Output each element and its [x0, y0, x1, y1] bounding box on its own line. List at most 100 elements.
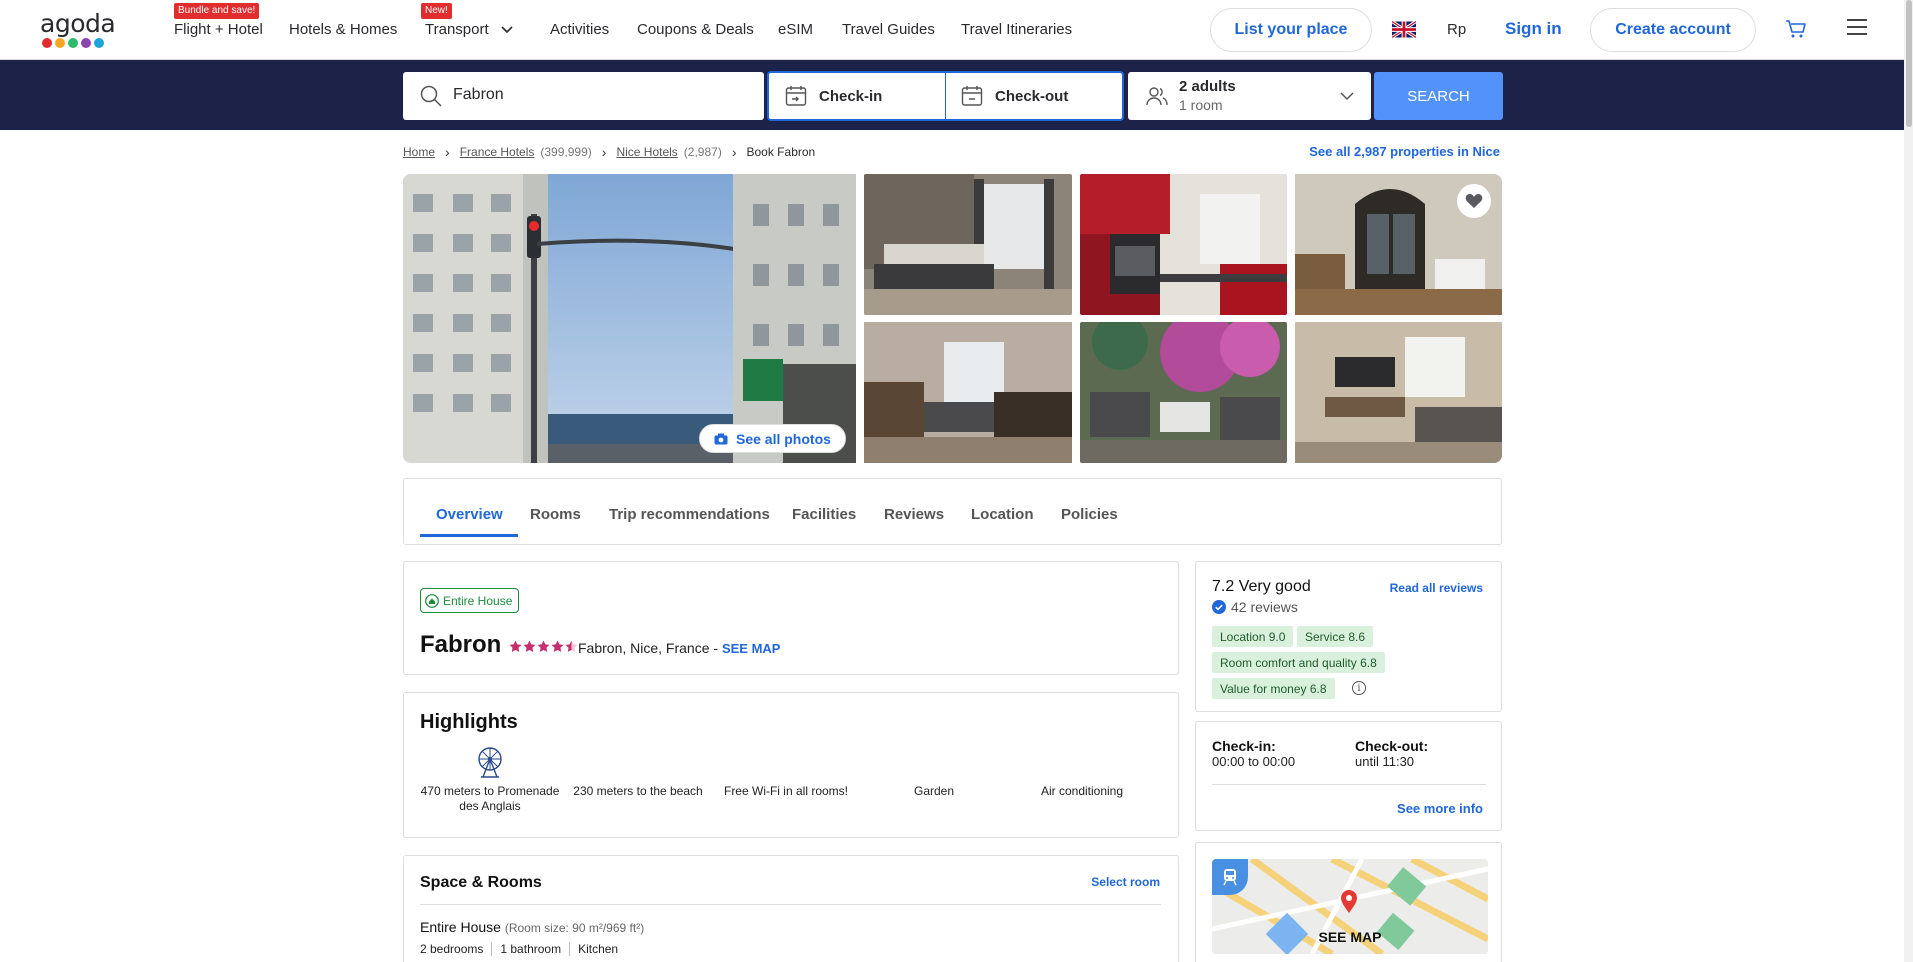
nav-coupons-deals[interactable]: Coupons & Deals: [637, 21, 754, 38]
photo-bedroom[interactable]: [864, 174, 1072, 315]
property-location: Fabron, Nice, France - SEE MAP: [578, 640, 781, 656]
check-out-title: Check-out:: [1355, 738, 1429, 754]
room-feature: 2 bedrooms: [420, 942, 484, 956]
see-all-photos-label: See all photos: [736, 430, 831, 447]
see-more-info-link[interactable]: See more info: [1397, 801, 1483, 816]
nav-activities[interactable]: Activities: [550, 21, 609, 38]
section-tabs: Overview Rooms Trip recommendations Faci…: [403, 478, 1502, 545]
chevron-down-icon: [501, 26, 513, 34]
tab-trip-recommendations[interactable]: Trip recommendations: [609, 506, 770, 523]
check-in-label: Check-in: [819, 87, 883, 105]
calendar-out-icon: [961, 86, 983, 106]
breadcrumb-city[interactable]: Nice Hotels: [616, 145, 677, 159]
guests-field[interactable]: 2 adults 1 room: [1128, 72, 1371, 120]
sign-in-link[interactable]: Sign in: [1505, 19, 1562, 39]
favorite-heart-button[interactable]: [1457, 184, 1491, 218]
tab-overview[interactable]: Overview: [436, 506, 503, 523]
check-out-field[interactable]: Check-out: [961, 73, 1068, 119]
photo-lounge[interactable]: [1295, 322, 1502, 463]
cart-icon[interactable]: [1784, 18, 1808, 40]
room-name: Entire House (Room size: 90 m²/969 ft²): [420, 919, 644, 935]
check-out-label: Check-out: [995, 87, 1069, 105]
see-map-link[interactable]: SEE MAP: [722, 641, 781, 656]
room-features: 2 bedrooms 1 bathroom Kitchen: [420, 942, 626, 956]
list-your-place-button[interactable]: List your place: [1210, 8, 1372, 52]
create-account-button[interactable]: Create account: [1590, 8, 1756, 52]
room-feature: 1 bathroom: [491, 942, 569, 956]
nav-transport-label: Transport: [425, 21, 489, 38]
verified-check-icon: [1212, 600, 1226, 614]
nav-flight-hotel[interactable]: Flight + Hotel: [174, 21, 263, 38]
review-score-card: 7.2 Very good Read all reviews 42 review…: [1195, 561, 1502, 712]
nav-travel-itineraries[interactable]: Travel Itineraries: [961, 21, 1072, 38]
scrollbar-thumb[interactable]: [1906, 0, 1912, 127]
checkin-info-card: Check-in: 00:00 to 00:00 Check-out: unti…: [1195, 721, 1502, 831]
property-header-card: Entire House Fabron Fabron, Nice, France…: [403, 561, 1179, 675]
highlight-air-conditioning: Air conditioning: [1040, 784, 1124, 798]
highlight-wifi: Free Wi-Fi in all rooms!: [723, 784, 848, 798]
agoda-logo[interactable]: agoda: [40, 9, 116, 52]
currency-selector[interactable]: Rp: [1447, 21, 1466, 38]
tab-location[interactable]: Location: [971, 506, 1034, 523]
main-photo[interactable]: See all photos: [403, 174, 856, 463]
property-type-badge: Entire House: [420, 588, 520, 613]
space-rooms-title: Space & Rooms: [420, 874, 542, 891]
star-icon: [551, 640, 564, 652]
guests-icon: [1146, 87, 1168, 106]
active-tab-indicator: [420, 534, 518, 537]
check-in-time: 00:00 to 00:00: [1212, 754, 1296, 769]
breadcrumb-home[interactable]: Home: [403, 145, 435, 159]
chevron-right-icon: ›: [445, 144, 450, 160]
menu-icon[interactable]: [1847, 18, 1867, 36]
score-chip-value: Value for money 6.8: [1212, 678, 1335, 699]
date-picker: Check-in Check-out: [767, 71, 1124, 121]
bundle-badge: Bundle and save!: [174, 3, 260, 19]
calendar-in-icon: [785, 86, 807, 106]
review-count-label: 42 reviews: [1231, 599, 1298, 615]
search-button[interactable]: SEARCH: [1374, 72, 1503, 120]
nav-transport[interactable]: Transport: [425, 21, 513, 38]
see-map-label[interactable]: SEE MAP: [1212, 929, 1488, 945]
uk-flag-icon[interactable]: [1392, 21, 1416, 38]
divider: [1212, 784, 1486, 785]
see-all-properties-link[interactable]: See all 2,987 properties in Nice: [1309, 144, 1500, 159]
room-size: (Room size: 90 m²/969 ft²): [504, 921, 645, 935]
new-badge: New!: [421, 3, 452, 19]
highlights-card: Highlights 470 meters to Promenade des A…: [403, 692, 1179, 838]
living-room-image: [864, 322, 1072, 463]
score-chip-service: Service 8.6: [1297, 626, 1374, 647]
heart-icon: [1465, 193, 1483, 208]
chevron-right-icon: ›: [601, 144, 607, 160]
room-type: Entire House: [420, 919, 501, 935]
house-icon: [425, 593, 439, 608]
see-all-photos-button[interactable]: See all photos: [699, 424, 846, 453]
breadcrumb-country-count: (399,999): [540, 145, 592, 159]
nav-hotels-homes[interactable]: Hotels & Homes: [289, 21, 397, 38]
logo-wordmark: agoda: [40, 9, 116, 38]
photo-garden[interactable]: [1080, 322, 1287, 463]
chevron-right-icon: ›: [731, 144, 737, 160]
tab-policies[interactable]: Policies: [1061, 506, 1118, 523]
breadcrumb-country[interactable]: France Hotels: [460, 145, 535, 159]
select-room-link[interactable]: Select room: [1091, 875, 1160, 889]
map-preview[interactable]: SEE MAP: [1212, 859, 1488, 954]
highlight-beach: 230 meters to the beach: [573, 784, 703, 798]
tab-facilities[interactable]: Facilities: [792, 506, 856, 523]
breadcrumb: Home › France Hotels (399,999) › Nice Ho…: [403, 144, 815, 160]
nav-travel-guides[interactable]: Travel Guides: [842, 21, 935, 38]
room-feature: Kitchen: [569, 942, 626, 956]
star-icon: [537, 640, 550, 652]
photo-kitchen[interactable]: [1080, 174, 1287, 315]
tab-rooms[interactable]: Rooms: [530, 506, 581, 523]
tab-reviews[interactable]: Reviews: [884, 506, 944, 523]
star-rating: [509, 640, 578, 653]
read-all-reviews-link[interactable]: Read all reviews: [1390, 581, 1483, 595]
destination-field[interactable]: Fabron: [403, 72, 764, 120]
highlights-title: Highlights: [420, 711, 518, 733]
property-address: Fabron, Nice, France: [578, 640, 710, 656]
check-in-field[interactable]: Check-in: [785, 73, 882, 119]
page-scrollbar[interactable]: [1904, 0, 1913, 962]
photo-living-room[interactable]: [864, 322, 1072, 463]
info-icon[interactable]: i: [1352, 681, 1366, 695]
nav-esim[interactable]: eSIM: [778, 21, 813, 38]
